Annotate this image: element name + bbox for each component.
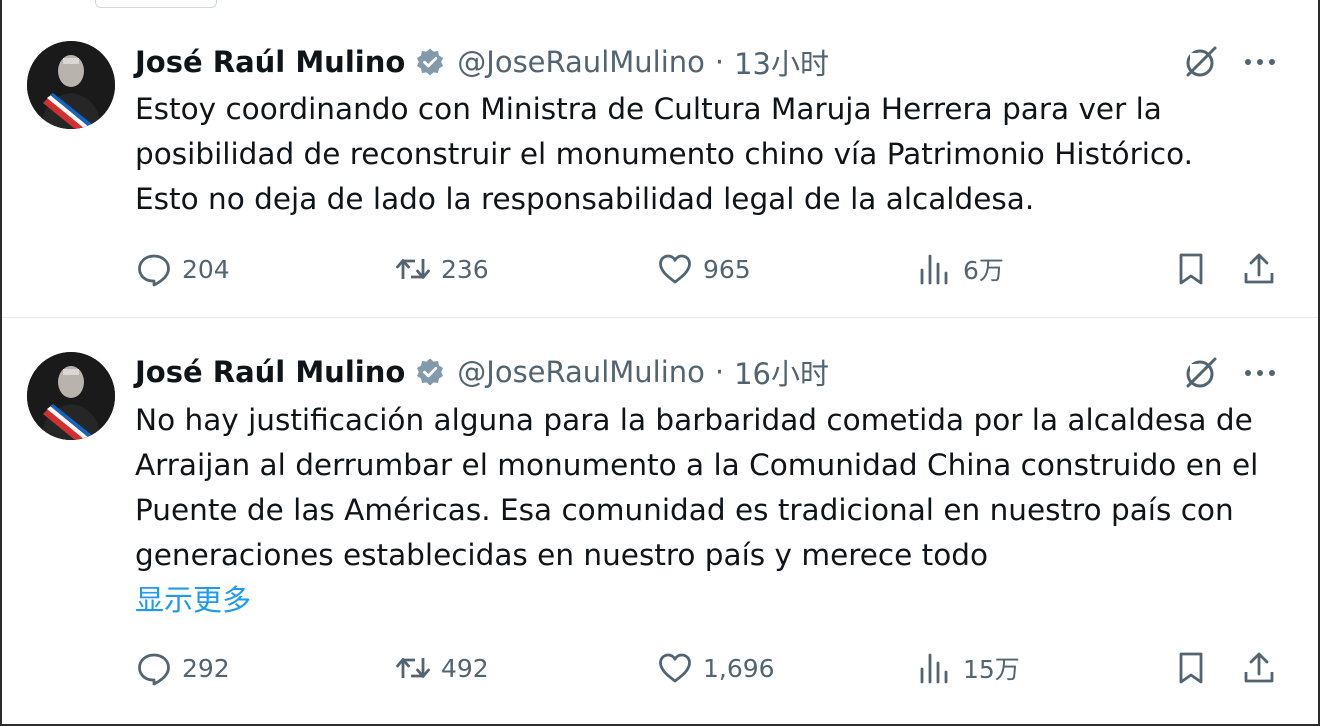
repost-arrows-icon (396, 259, 430, 279)
tweet-text-line: Estoy coordinando con Ministra de Cultur… (135, 92, 1162, 126)
show-more-link[interactable]: 显示更多 (135, 577, 251, 619)
share-upload-icon (1244, 253, 1274, 284)
tweet-header: José Raúl Mulino @JoseRaulMulino · 13小时 (135, 42, 829, 82)
separator-dot: · (714, 45, 725, 79)
reply-button[interactable]: 292 (135, 649, 230, 687)
tweet-text-line: generaciones establecidas en nuestro paí… (135, 538, 989, 572)
repost-count: 236 (441, 254, 489, 284)
author-handle[interactable]: @JoseRaulMulino (457, 355, 705, 389)
views-count: 15万 (963, 655, 1020, 684)
reply-count: 204 (182, 254, 230, 284)
repost-button[interactable]: 492 (394, 649, 489, 687)
verified-badge-icon (415, 47, 445, 77)
heart-icon (659, 653, 691, 683)
share-button[interactable] (1240, 250, 1278, 288)
tweet-text-line: posibilidad de reconstruir el monumento … (135, 137, 1194, 171)
timestamp[interactable]: 13小时 (734, 41, 829, 83)
more-dots-icon[interactable] (1240, 43, 1280, 81)
like-count: 965 (703, 254, 751, 284)
tweet-text: No hay justificación alguna para la barb… (135, 398, 1295, 578)
repost-button[interactable]: 236 (394, 250, 489, 288)
bookmark-button[interactable] (1172, 649, 1210, 687)
more-dots-icon[interactable] (1240, 354, 1280, 392)
like-button[interactable]: 1,696 (656, 649, 775, 687)
repost-count: 492 (441, 653, 489, 683)
tweet-text-line: No hay justificación alguna para la barb… (135, 403, 1253, 437)
repost-arrows-icon (396, 658, 430, 678)
avatar[interactable] (27, 41, 115, 129)
grok-icon[interactable] (1182, 354, 1220, 392)
verified-badge-icon (415, 357, 445, 387)
tweet[interactable]: José Raúl Mulino @JoseRaulMulino · 16小时 … (2, 319, 1318, 724)
views-button[interactable]: 15万 (916, 649, 1020, 687)
reply-bubble-icon (138, 653, 170, 686)
views-bars-icon (920, 653, 948, 684)
tweet-header: José Raúl Mulino @JoseRaulMulino · 16小时 (135, 352, 829, 392)
bookmark-icon (1179, 652, 1203, 684)
like-button[interactable]: 965 (656, 250, 751, 288)
like-count: 1,696 (703, 653, 775, 683)
tweet-text-line: Puente de las Américas. Esa comunidad es… (135, 493, 1234, 527)
author-name[interactable]: José Raúl Mulino (135, 355, 405, 389)
grok-icon[interactable] (1182, 43, 1220, 81)
tweet[interactable]: José Raúl Mulino @JoseRaulMulino · 13小时 … (2, 0, 1318, 318)
author-handle[interactable]: @JoseRaulMulino (457, 45, 705, 79)
timestamp[interactable]: 16小时 (734, 351, 829, 393)
tweet-text: Estoy coordinando con Ministra de Cultur… (135, 87, 1295, 222)
avatar[interactable] (27, 352, 115, 440)
views-button[interactable]: 6万 (916, 250, 1004, 288)
reply-button[interactable]: 204 (135, 250, 230, 288)
views-count: 6万 (963, 256, 1004, 285)
bookmark-icon (1179, 253, 1203, 285)
tweet-text-line: Esto no deja de lado la responsabilidad … (135, 182, 1035, 216)
views-bars-icon (920, 254, 948, 285)
tweet-text-line: Arraijan al derrumbar el monumento a la … (135, 448, 1259, 482)
share-button[interactable] (1240, 649, 1278, 687)
bookmark-button[interactable] (1172, 250, 1210, 288)
author-name[interactable]: José Raúl Mulino (135, 45, 405, 79)
reply-bubble-icon (138, 254, 170, 287)
heart-icon (659, 254, 691, 284)
share-upload-icon (1244, 652, 1274, 683)
reply-count: 292 (182, 653, 230, 683)
separator-dot: · (714, 355, 725, 389)
